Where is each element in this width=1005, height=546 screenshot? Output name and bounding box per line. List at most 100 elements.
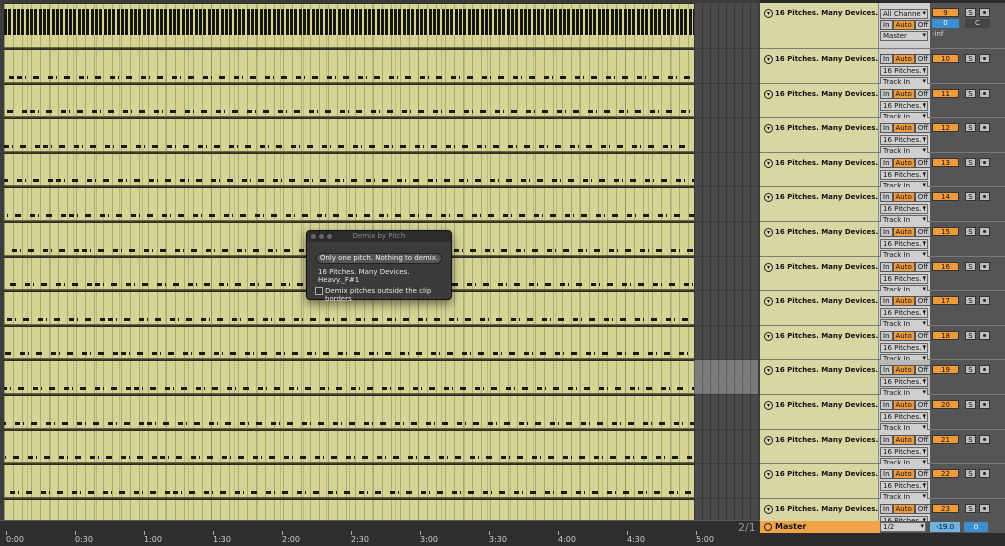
monitor-in-button[interactable]: In (880, 434, 893, 445)
arm-record-icon[interactable] (979, 503, 990, 513)
midi-clip[interactable] (4, 3, 694, 48)
track-number[interactable]: 20 (932, 400, 959, 409)
monitor-off-button[interactable]: Off (914, 123, 932, 134)
solo-button[interactable]: S (965, 434, 976, 444)
monitor-auto-button[interactable]: Auto (892, 20, 915, 30)
track-header[interactable]: ▾ 16 Pitches. Many Devices. Heavy In Aut… (760, 152, 1005, 191)
arm-record-icon[interactable] (979, 296, 990, 306)
arm-record-icon[interactable] (979, 157, 990, 167)
output-dropdown[interactable]: Master (880, 31, 928, 41)
arm-record-icon[interactable] (979, 227, 990, 236)
track-header[interactable]: ▾ 16 Pitches. Many Devices. Heavy In Aut… (760, 395, 1005, 433)
solo-button[interactable]: S (965, 296, 976, 306)
track-name-area[interactable]: ▾ 16 Pitches. Many Devices. Heavy (760, 49, 905, 83)
track-name-area[interactable]: ▾ 16 Pitches. Many Devices. Heavy (760, 3, 905, 48)
track-header[interactable]: ▾ 16 Pitches. Many Devices. Heavy All Ch… (760, 3, 1005, 49)
midi-clip[interactable] (4, 360, 694, 394)
input-dropdown[interactable]: 16 Pitches. I (880, 273, 928, 284)
input-dropdown[interactable]: 16 Pitches. I (880, 204, 928, 215)
solo-button[interactable]: S (965, 88, 976, 98)
midi-clip[interactable] (4, 49, 694, 83)
arm-record-icon[interactable] (979, 88, 990, 98)
demix-outside-checkbox[interactable] (315, 287, 323, 295)
solo-button[interactable]: S (965, 503, 976, 513)
empty-lane[interactable] (694, 187, 758, 221)
monitor-off-button[interactable]: Off (914, 365, 932, 376)
solo-button[interactable]: S (965, 365, 976, 375)
monitor-off-button[interactable]: Off (914, 296, 932, 307)
monitor-auto-button[interactable]: Auto (892, 400, 915, 410)
arm-record-icon[interactable] (979, 8, 990, 17)
track-number[interactable]: 16 (932, 261, 959, 271)
midi-clip[interactable] (4, 464, 694, 498)
track-name-area[interactable]: ▾ 16 Pitches. Many Devices. Heavy (760, 152, 905, 187)
input-dropdown[interactable]: 16 Pitches. I (880, 239, 928, 249)
monitor-auto-button[interactable]: Auto (892, 365, 915, 376)
monitor-in-button[interactable]: In (880, 296, 893, 307)
fold-icon[interactable]: ▾ (764, 435, 773, 445)
midi-clip[interactable] (4, 395, 694, 429)
solo-button[interactable]: S (965, 227, 976, 236)
track-header[interactable]: ▾ 16 Pitches. Many Devices. Heavy In Aut… (760, 360, 1005, 399)
fold-icon[interactable]: ▾ (764, 228, 773, 237)
empty-lane[interactable] (694, 360, 758, 394)
monitor-off-button[interactable]: Off (914, 503, 932, 514)
input-dropdown[interactable]: 16 Pitches. I (880, 308, 928, 319)
arm-record-icon[interactable] (979, 434, 990, 444)
track-header[interactable]: ▾ 16 Pitches. Many Devices. Heavy In Aut… (760, 118, 1005, 157)
monitor-off-button[interactable]: Off (914, 157, 932, 168)
fold-icon[interactable]: ▾ (764, 401, 773, 410)
midi-clip[interactable] (4, 83, 694, 118)
monitor-auto-button[interactable]: Auto (892, 88, 915, 99)
empty-lane[interactable] (694, 49, 758, 83)
track-number[interactable]: 18 (932, 330, 959, 340)
solo-button[interactable]: S (965, 54, 976, 63)
arm-record-icon[interactable] (979, 54, 990, 63)
track-number[interactable]: 10 (932, 54, 959, 63)
input-dropdown[interactable]: 16 Pitches. I (880, 446, 928, 457)
track-header[interactable]: ▾ 16 Pitches. Many Devices. Heavy In Aut… (760, 187, 1005, 226)
time-signature[interactable]: 2/1 (738, 521, 756, 534)
track-name-area[interactable]: ▾ 16 Pitches. Many Devices. Heavy (760, 222, 905, 256)
fold-icon[interactable]: ▾ (764, 331, 773, 341)
track-header[interactable]: ▾ 16 Pitches. Many Devices. Heavy In Aut… (760, 83, 1005, 122)
track-header[interactable]: ▾ 16 Pitches. Many Devices. Heavy In Aut… (760, 291, 1005, 330)
track-number[interactable]: 17 (932, 296, 959, 306)
arm-record-icon[interactable] (979, 261, 990, 271)
monitor-auto-button[interactable]: Auto (892, 503, 915, 514)
track-number[interactable]: 21 (932, 434, 959, 444)
arm-record-icon[interactable] (979, 400, 990, 409)
pan-field[interactable]: C (965, 19, 990, 28)
input-dropdown[interactable]: 16 Pitches. I (880, 342, 928, 353)
fold-icon[interactable]: ▾ (764, 158, 773, 168)
fold-icon[interactable]: ▾ (764, 262, 773, 272)
monitor-auto-button[interactable]: Auto (892, 434, 915, 445)
arm-record-icon[interactable] (979, 469, 990, 479)
monitor-in-button[interactable]: In (880, 157, 893, 168)
monitor-auto-button[interactable]: Auto (892, 54, 915, 64)
monitor-in-button[interactable]: In (880, 20, 893, 30)
track-name-area[interactable]: ▾ 16 Pitches. Many Devices. Heavy (760, 83, 905, 118)
track-name-area[interactable]: ▾ 16 Pitches. Many Devices. Heavy (760, 256, 905, 291)
solo-button[interactable]: S (965, 400, 976, 409)
track-header[interactable]: ▾ 16 Pitches. Many Devices. Heavy In Aut… (760, 325, 1005, 364)
fold-icon[interactable]: ▾ (764, 193, 773, 203)
empty-lane[interactable] (694, 152, 758, 187)
input-dropdown[interactable]: 16 Pitches. I (880, 481, 928, 492)
track-number[interactable]: 15 (932, 227, 959, 236)
input-dropdown[interactable]: 16 Pitches. I (880, 169, 928, 180)
midi-clip[interactable] (4, 118, 694, 152)
track-name-area[interactable]: ▾ 16 Pitches. Many Devices. Heavy (760, 291, 905, 325)
empty-lane[interactable] (694, 83, 758, 118)
monitor-auto-button[interactable]: Auto (892, 192, 915, 203)
fold-icon[interactable]: ▾ (764, 89, 773, 99)
monitor-auto-button[interactable]: Auto (892, 261, 915, 272)
track-name-area[interactable]: ▾ 16 Pitches. Many Devices. Heavy (760, 464, 905, 498)
fold-icon[interactable]: ▾ (764, 297, 773, 307)
track-header[interactable]: ▾ 16 Pitches. Many Devices. Heavy In Aut… (760, 256, 1005, 295)
monitor-in-button[interactable]: In (880, 261, 893, 272)
solo-button[interactable]: S (965, 330, 976, 340)
dialog-titlebar[interactable]: Demix by Pitch (307, 231, 451, 242)
monitor-off-button[interactable]: Off (914, 20, 932, 30)
solo-button[interactable]: S (965, 192, 976, 202)
